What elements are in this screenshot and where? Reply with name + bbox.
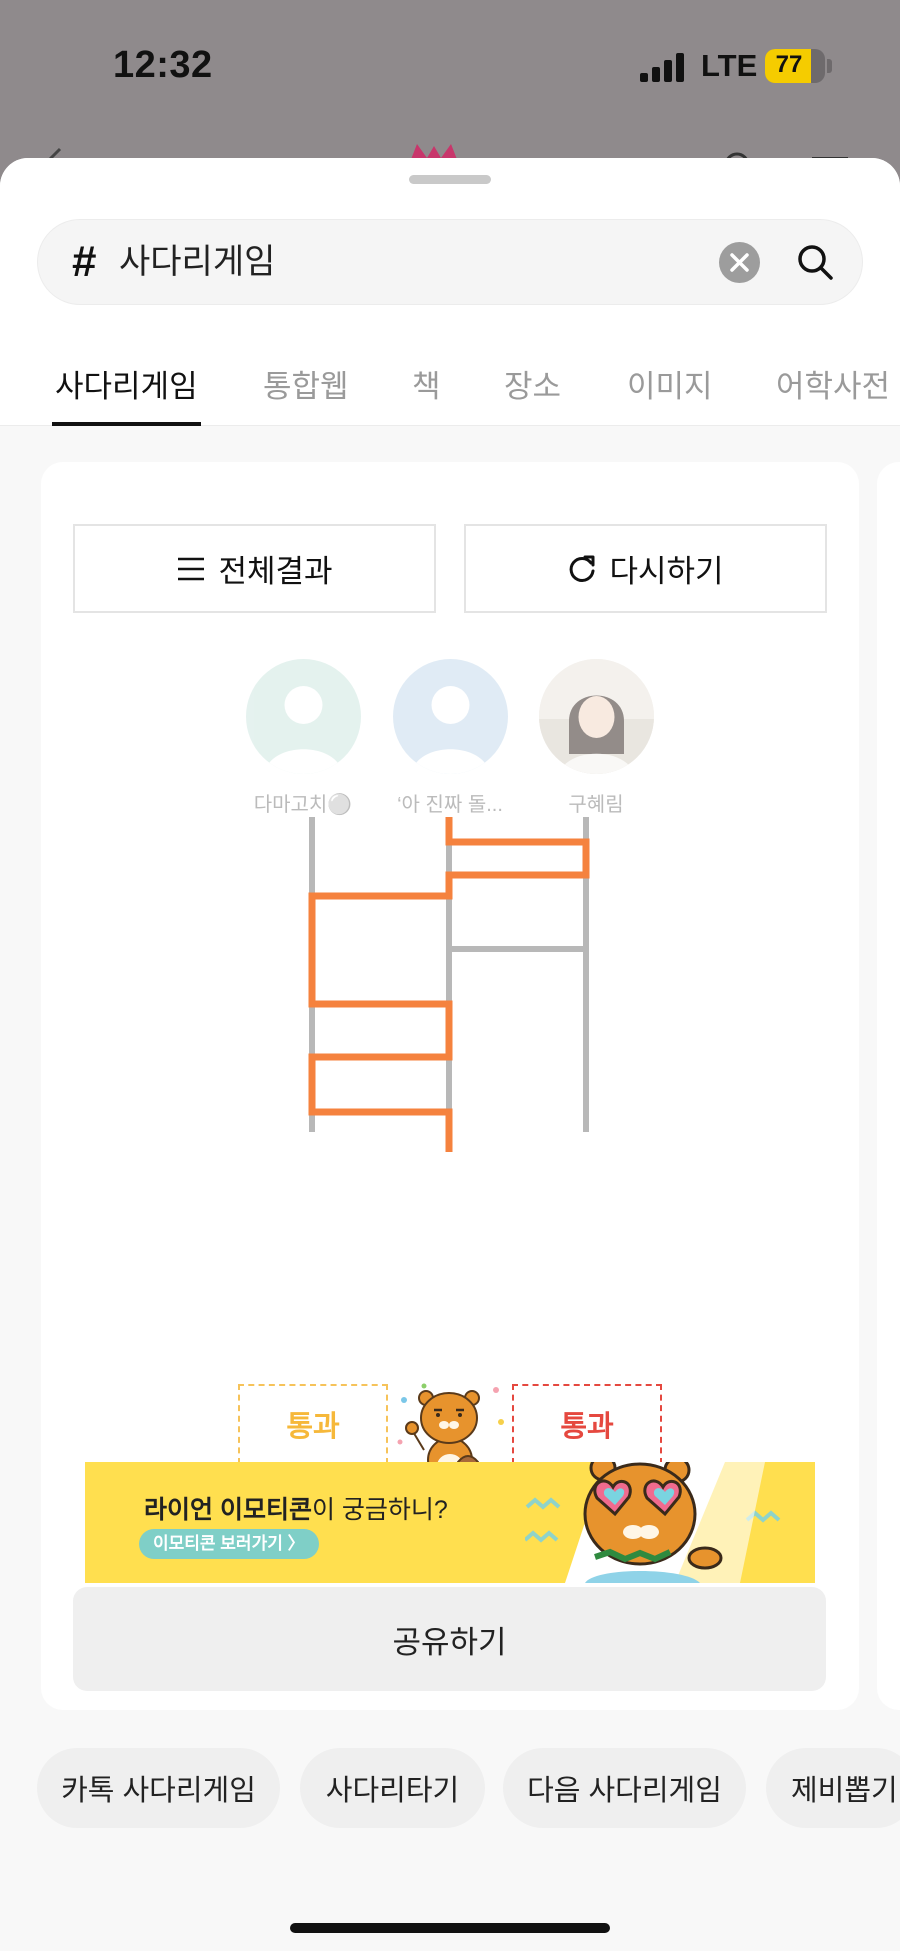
retry-label: 다시하기 <box>609 554 724 589</box>
sheet-header: # 사다리게임 사다리게임 통합웹 책 장소 이미지 어학사전 <box>0 158 900 426</box>
hashtag-icon: # <box>72 237 97 286</box>
refresh-icon <box>570 555 595 582</box>
signal-icon <box>640 52 686 82</box>
default-avatar-icon <box>411 686 490 774</box>
tab-ladder-game[interactable]: 사다리게임 <box>55 361 198 406</box>
tab-indicator <box>52 422 201 426</box>
tab-places[interactable]: 장소 <box>504 361 561 406</box>
ryan-sunglasses-illustration <box>525 1462 781 1583</box>
ladder-rails <box>309 817 589 1132</box>
result-box: 통과 <box>512 1384 662 1464</box>
related-searches: 카톡 사다리게임 사다리타기 다음 사다리게임 제비뽑기 <box>0 1748 900 1828</box>
battery-percent: 77 <box>775 51 803 78</box>
result-box: 통과 <box>238 1384 388 1464</box>
related-chip[interactable]: 제비뽑기 <box>766 1748 900 1828</box>
tab-dictionary[interactable]: 어학사전 <box>776 361 890 406</box>
profile-photo <box>539 659 654 774</box>
player-avatar[interactable] <box>246 659 361 774</box>
home-indicator[interactable] <box>290 1923 610 1933</box>
next-card-peek <box>877 462 900 1710</box>
banner-title-rest: 이 궁금하니? <box>311 1496 448 1524</box>
related-chip[interactable]: 카톡 사다리게임 <box>37 1748 280 1828</box>
ladder-game-card: 전체결과 다시하기 다마고치⚪️ ‘아 진짜 돌... 구혜림 통과 통과 라이… <box>41 462 859 1710</box>
bottom-sheet: # 사다리게임 사다리게임 통합웹 책 장소 이미지 어학사전 전체결과 다시하… <box>0 158 900 1951</box>
status-bar: 12:32 LTE 77 <box>0 0 900 165</box>
player-avatar[interactable] <box>539 659 654 774</box>
related-chip[interactable]: 사다리타기 <box>300 1748 485 1828</box>
default-avatar-icon <box>264 686 343 774</box>
banner-title: 라이언 이모티콘이 궁금하니? <box>144 1490 448 1526</box>
banner-title-bold: 라이언 이모티콘 <box>144 1496 312 1524</box>
search-bar[interactable]: # 사다리게임 <box>37 219 863 305</box>
tab-bar: 사다리게임 통합웹 책 장소 이미지 어학사전 <box>0 336 900 426</box>
sheet-grabber[interactable] <box>409 175 491 184</box>
battery-icon: 77 <box>765 49 825 83</box>
ladder-board <box>308 817 590 1152</box>
status-time: 12:32 <box>113 44 213 86</box>
search-icon[interactable] <box>795 242 835 282</box>
share-button[interactable]: 공유하기 <box>73 1587 826 1691</box>
related-chip[interactable]: 다음 사다리게임 <box>503 1748 746 1828</box>
retry-button[interactable]: 다시하기 <box>464 524 827 613</box>
banner-link[interactable]: 이모티콘 보러가기 〉 <box>139 1529 319 1559</box>
clear-icon[interactable] <box>719 242 760 283</box>
tab-web[interactable]: 통합웹 <box>263 361 349 406</box>
all-results-label: 전체결과 <box>218 554 333 589</box>
list-icon <box>178 557 205 580</box>
tab-images[interactable]: 이미지 <box>627 361 713 406</box>
emoticon-ad-banner[interactable]: 라이언 이모티콘이 궁금하니? 이모티콘 보러가기 〉 <box>85 1462 815 1583</box>
battery-tip <box>827 59 832 73</box>
tab-books[interactable]: 책 <box>412 361 441 406</box>
player-avatar[interactable] <box>393 659 508 774</box>
all-results-button[interactable]: 전체결과 <box>73 524 436 613</box>
search-input[interactable]: 사다리게임 <box>119 242 275 282</box>
network-label: LTE <box>701 48 758 83</box>
